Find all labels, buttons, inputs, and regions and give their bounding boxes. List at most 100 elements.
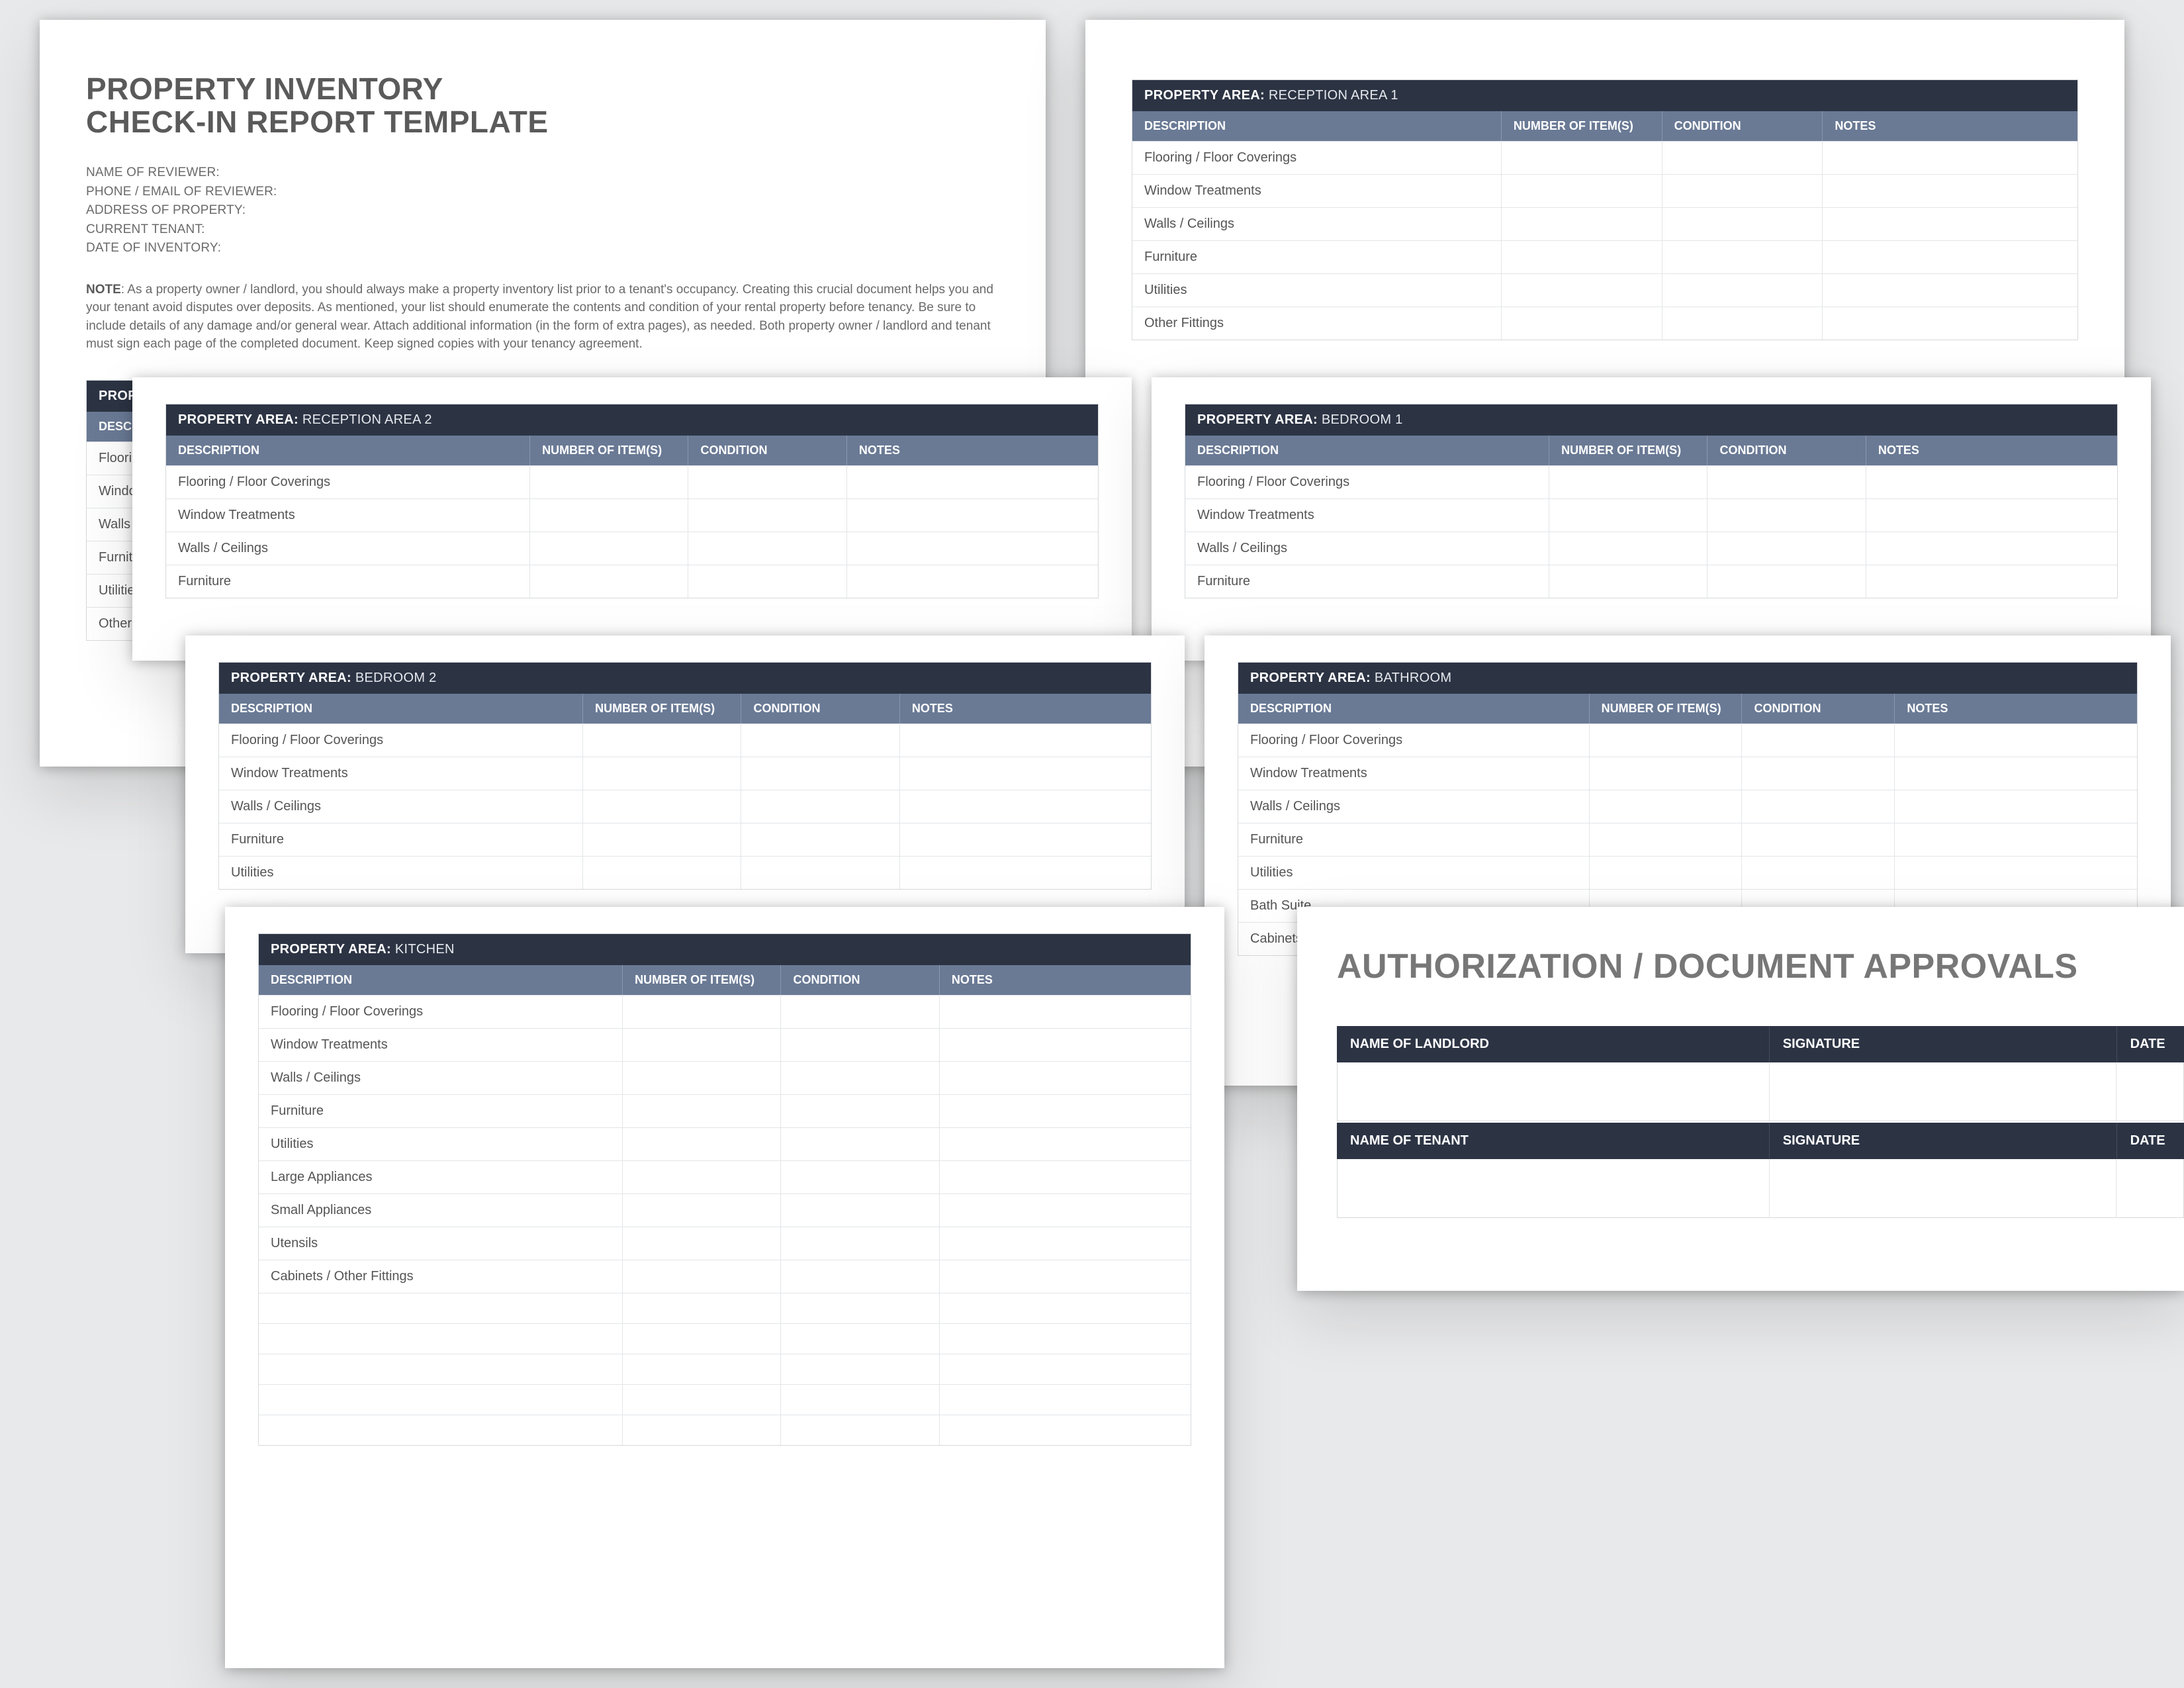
cell-notes[interactable] <box>846 498 1098 532</box>
cell-condition[interactable] <box>1662 273 1823 306</box>
cell-number[interactable] <box>1549 465 1707 498</box>
cell-number[interactable] <box>622 1160 780 1194</box>
cell-notes[interactable] <box>1866 498 2117 532</box>
cell-notes[interactable] <box>1822 273 2077 306</box>
cell-condition[interactable] <box>1741 856 1894 889</box>
cell-notes[interactable] <box>899 856 1151 889</box>
cell-number[interactable] <box>1589 823 1742 856</box>
table-row[interactable]: Walls / Ceilings <box>166 532 1098 565</box>
table-row[interactable]: Utilities <box>1238 856 2137 889</box>
cell-notes[interactable] <box>1894 724 2137 757</box>
table-row[interactable]: Flooring / Floor Coverings <box>259 995 1191 1028</box>
cell-condition[interactable] <box>780 1028 938 1061</box>
table-row[interactable]: Furniture <box>1132 240 2077 273</box>
cell-condition[interactable] <box>780 995 938 1028</box>
cell-number[interactable] <box>529 565 688 598</box>
table-row[interactable] <box>259 1293 1191 1323</box>
cell-condition[interactable] <box>780 1127 938 1160</box>
cell-number[interactable] <box>1501 141 1662 174</box>
table-row[interactable]: Window Treatments <box>1238 757 2137 790</box>
table-row[interactable]: Furniture <box>1238 823 2137 856</box>
cell-number[interactable] <box>1501 273 1662 306</box>
cell-condition[interactable] <box>1662 306 1823 340</box>
cell-notes[interactable] <box>939 1194 1191 1227</box>
table-row[interactable]: Walls / Ceilings <box>1185 532 2117 565</box>
table-row[interactable] <box>1337 1159 2184 1218</box>
cell-condition[interactable] <box>688 465 846 498</box>
cell-condition[interactable] <box>688 532 846 565</box>
cell-number[interactable] <box>1501 207 1662 240</box>
cell-notes[interactable] <box>939 1094 1191 1127</box>
cell-condition[interactable] <box>780 1061 938 1094</box>
table-row[interactable]: Window Treatments <box>259 1028 1191 1061</box>
cell-condition[interactable] <box>688 565 846 598</box>
table-row[interactable]: Utilities <box>219 856 1151 889</box>
cell-number[interactable] <box>622 1260 780 1293</box>
table-row[interactable]: Walls / Ceilings <box>1132 207 2077 240</box>
cell-number[interactable] <box>1501 174 1662 207</box>
table-row[interactable] <box>259 1354 1191 1384</box>
cell-number[interactable] <box>582 724 741 757</box>
cell-condition[interactable] <box>780 1194 938 1227</box>
cell-notes[interactable] <box>1822 174 2077 207</box>
cell-condition[interactable] <box>1741 757 1894 790</box>
table-row[interactable]: Utensils <box>259 1227 1191 1260</box>
table-row[interactable] <box>259 1323 1191 1354</box>
cell-number[interactable] <box>622 1028 780 1061</box>
cell-notes[interactable] <box>939 1160 1191 1194</box>
cell-condition[interactable] <box>780 1260 938 1293</box>
cell-number[interactable] <box>582 856 741 889</box>
cell-condition[interactable] <box>1741 790 1894 823</box>
cell-number[interactable] <box>622 1227 780 1260</box>
cell-notes[interactable] <box>846 565 1098 598</box>
table-row[interactable]: Furniture <box>1185 565 2117 598</box>
cell-notes[interactable] <box>846 465 1098 498</box>
cell-notes[interactable] <box>899 757 1151 790</box>
cell-notes[interactable] <box>1866 465 2117 498</box>
table-row[interactable]: Flooring / Floor Coverings <box>166 465 1098 498</box>
table-row[interactable]: Utilities <box>1132 273 2077 306</box>
cell-condition[interactable] <box>688 498 846 532</box>
cell-condition[interactable] <box>1707 498 1865 532</box>
cell-condition[interactable] <box>1662 141 1823 174</box>
cell-condition[interactable] <box>780 1160 938 1194</box>
table-row[interactable]: Walls / Ceilings <box>259 1061 1191 1094</box>
cell-number[interactable] <box>622 1127 780 1160</box>
cell-condition[interactable] <box>741 724 899 757</box>
cell-number[interactable] <box>529 498 688 532</box>
cell-notes[interactable] <box>1822 240 2077 273</box>
cell-condition[interactable] <box>1741 724 1894 757</box>
table-row[interactable]: Walls / Ceilings <box>1238 790 2137 823</box>
cell-number[interactable] <box>582 823 741 856</box>
cell-number[interactable] <box>622 1094 780 1127</box>
cell-notes[interactable] <box>1866 532 2117 565</box>
cell-notes[interactable] <box>1866 565 2117 598</box>
cell-number[interactable] <box>1549 532 1707 565</box>
table-row[interactable]: Window Treatments <box>1185 498 2117 532</box>
table-row[interactable]: Window Treatments <box>1132 174 2077 207</box>
cell-notes[interactable] <box>939 1260 1191 1293</box>
table-row[interactable]: Flooring / Floor Coverings <box>1132 141 2077 174</box>
cell-number[interactable] <box>622 995 780 1028</box>
table-row[interactable]: Walls / Ceilings <box>219 790 1151 823</box>
table-row[interactable]: Furniture <box>166 565 1098 598</box>
cell-number[interactable] <box>1501 240 1662 273</box>
cell-condition[interactable] <box>1707 565 1865 598</box>
cell-number[interactable] <box>1549 565 1707 598</box>
cell-number[interactable] <box>582 757 741 790</box>
table-row[interactable] <box>259 1415 1191 1445</box>
cell-condition[interactable] <box>1741 823 1894 856</box>
cell-number[interactable] <box>1549 498 1707 532</box>
cell-notes[interactable] <box>846 532 1098 565</box>
cell-condition[interactable] <box>741 823 899 856</box>
cell-number[interactable] <box>1589 757 1742 790</box>
cell-notes[interactable] <box>1894 823 2137 856</box>
cell-notes[interactable] <box>1822 141 2077 174</box>
cell-notes[interactable] <box>1894 790 2137 823</box>
table-row[interactable]: Other Fittings <box>1132 306 2077 340</box>
cell-number[interactable] <box>622 1194 780 1227</box>
cell-condition[interactable] <box>780 1227 938 1260</box>
cell-notes[interactable] <box>1894 856 2137 889</box>
cell-number[interactable] <box>529 532 688 565</box>
cell-notes[interactable] <box>899 724 1151 757</box>
